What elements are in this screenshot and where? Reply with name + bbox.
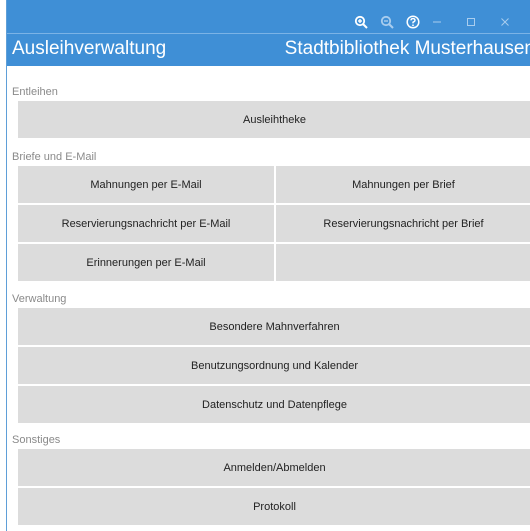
mahnverfahren-button[interactable]: Besondere Mahnverfahren xyxy=(18,308,530,345)
maximize-icon[interactable] xyxy=(463,12,479,32)
zoom-in-icon[interactable] xyxy=(351,12,371,32)
section-label-sonstiges: Sonstiges xyxy=(12,434,61,446)
title-bar: Ausleihverwaltung Stadtbibliothek Muster… xyxy=(7,0,530,66)
benutzungsordnung-button[interactable]: Benutzungsordnung und Kalender xyxy=(18,347,530,384)
close-icon[interactable] xyxy=(497,12,513,32)
empty-button-slot xyxy=(276,244,530,281)
ausleihtheke-button[interactable]: Ausleihtheke xyxy=(18,101,530,138)
erinnerungen-email-button[interactable]: Erinnerungen per E-Mail xyxy=(18,244,274,281)
minimize-icon[interactable] xyxy=(429,12,445,32)
section-label-entleihen: Entleihen xyxy=(12,86,58,98)
help-icon[interactable] xyxy=(403,12,423,32)
reservierung-email-button[interactable]: Reservierungsnachricht per E-Mail xyxy=(18,205,274,242)
mahnungen-email-button[interactable]: Mahnungen per E-Mail xyxy=(18,166,274,203)
section-label-verwaltung: Verwaltung xyxy=(12,293,67,305)
library-name: Stadtbibliothek Musterhausen xyxy=(284,38,530,59)
reservierung-brief-button[interactable]: Reservierungsnachricht per Brief xyxy=(276,205,530,242)
app-window: Ausleihverwaltung Stadtbibliothek Muster… xyxy=(6,0,530,531)
datenschutz-button[interactable]: Datenschutz und Datenpflege xyxy=(18,386,530,423)
mahnungen-brief-button[interactable]: Mahnungen per Brief xyxy=(276,166,530,203)
section-label-briefe: Briefe und E-Mail xyxy=(12,151,97,163)
anmelden-abmelden-button[interactable]: Anmelden/Abmelden xyxy=(18,449,530,486)
title-divider xyxy=(7,33,530,34)
zoom-out-icon[interactable] xyxy=(377,12,397,32)
protokoll-button[interactable]: Protokoll xyxy=(18,488,530,525)
window-controls xyxy=(351,10,530,34)
app-title: Ausleihverwaltung xyxy=(12,38,167,59)
